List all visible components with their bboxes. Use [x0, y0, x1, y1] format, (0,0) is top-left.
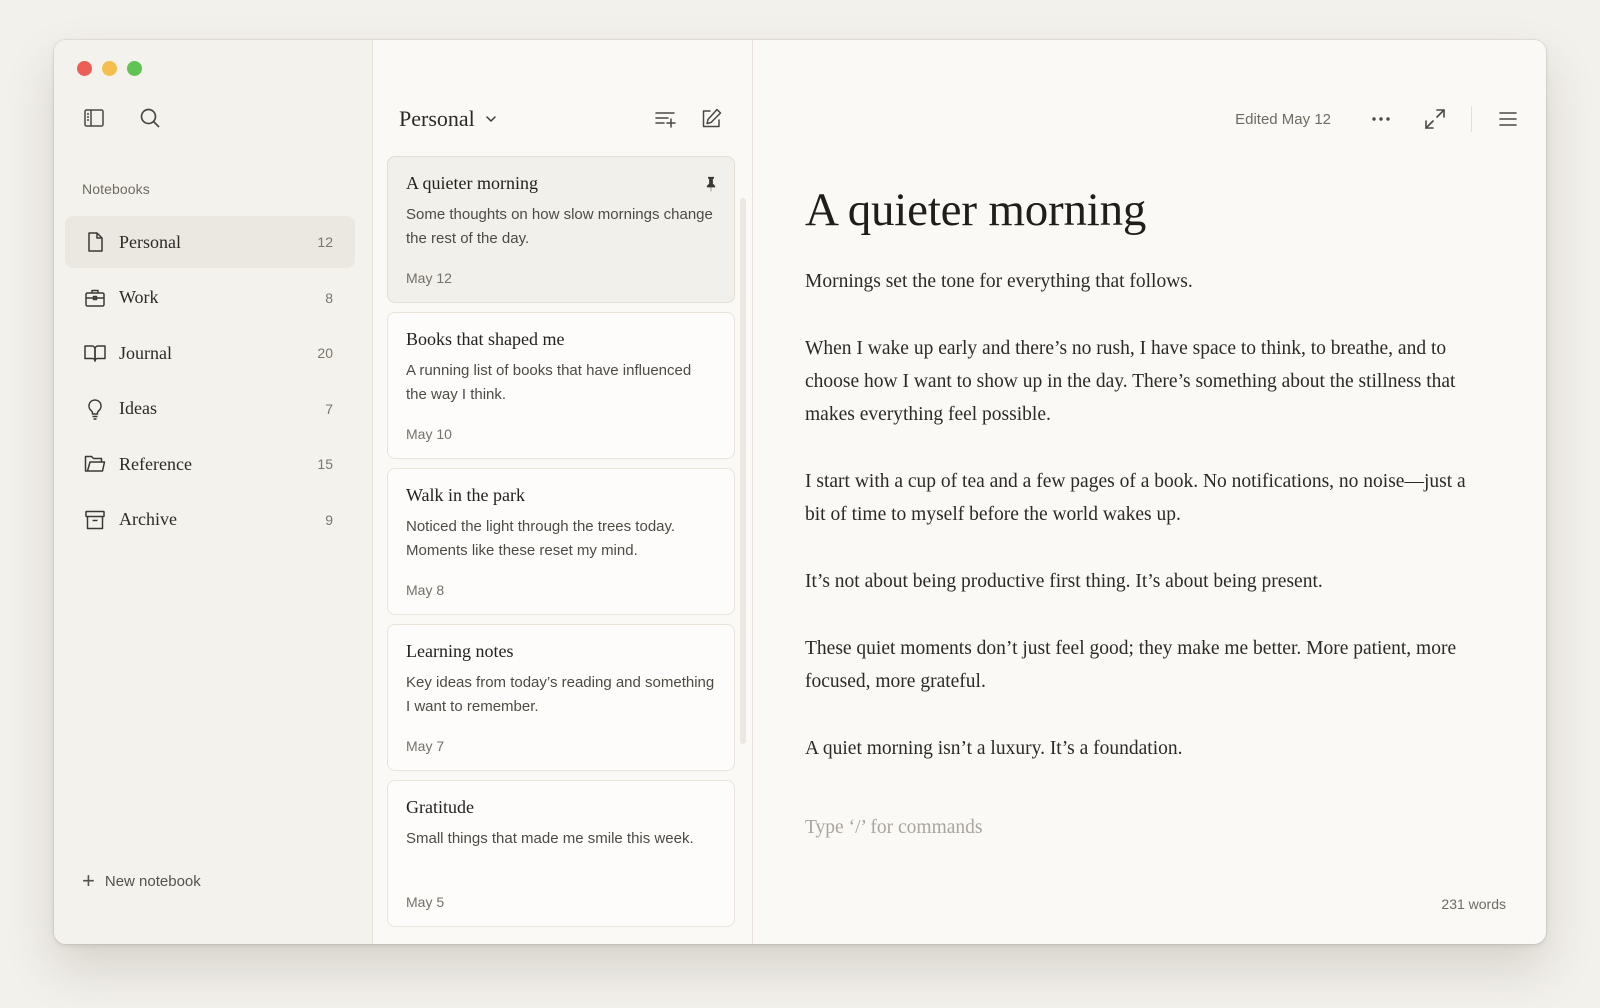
- notes-header: Personal: [399, 104, 729, 134]
- new-notebook-button[interactable]: + New notebook: [82, 870, 201, 892]
- new-notebook-label: New notebook: [104, 872, 201, 890]
- document-paragraph[interactable]: It’s not about being productive first th…: [805, 565, 1485, 598]
- search-icon[interactable]: [138, 106, 162, 130]
- notes-scrollbar[interactable]: [740, 198, 746, 744]
- notebook-list: Personal 12 Work 8 Journal 20 Ideas 7 Re…: [65, 216, 355, 549]
- sidebar-item-label: Journal: [119, 342, 172, 363]
- note-title: Learning notes: [406, 641, 514, 661]
- sidebar-item-label: Work: [119, 287, 159, 307]
- note-card-walk-in-the-park[interactable]: Walk in the park Noticed the light throu…: [387, 468, 735, 615]
- book-icon: [83, 341, 107, 365]
- note-snippet: Some thoughts on how slow mornings chang…: [406, 206, 713, 247]
- folder-icon: [83, 452, 107, 476]
- lightbulb-icon: [83, 397, 107, 421]
- editor-panel: Edited May 12 A quieter morning Mornings…: [753, 40, 1546, 944]
- sidebar-item-archive[interactable]: Archive 9: [65, 494, 355, 546]
- note-date: May 10: [406, 426, 452, 442]
- document-paragraph[interactable]: A quiet morning isn’t a luxury. It’s a f…: [805, 732, 1485, 765]
- sidebar-item-label: Ideas: [119, 398, 157, 418]
- note-title: Books that shaped me: [406, 329, 565, 349]
- note-title: A quieter morning: [406, 173, 538, 193]
- sidebar-item-count: 15: [317, 456, 333, 472]
- window-controls: [77, 61, 142, 76]
- command-input-placeholder[interactable]: Type ‘/’ for commands: [805, 817, 983, 839]
- notes-list-panel: Personal A quieter morning Some thoughts…: [373, 40, 753, 944]
- sidebar-item-count: 9: [325, 511, 333, 528]
- notebooks-heading: Notebooks: [82, 181, 150, 197]
- close-window-button[interactable]: [77, 61, 92, 76]
- sidebar-item-label: Reference: [119, 453, 192, 474]
- app-window: Notebooks Personal 12 Work 8 Journal 20 …: [54, 40, 1546, 944]
- toolbar-divider: [1471, 106, 1472, 132]
- note-card-a-quieter-morning[interactable]: A quieter morning Some thoughts on how s…: [387, 156, 735, 303]
- note-card-gratitude[interactable]: Gratitude Small things that made me smil…: [387, 780, 735, 927]
- sort-filter-icon[interactable]: [653, 107, 677, 131]
- sidebar-item-personal[interactable]: Personal 12: [65, 216, 355, 268]
- briefcase-icon: [83, 286, 107, 310]
- note-title: Walk in the park: [406, 485, 526, 505]
- archive-icon: [83, 508, 107, 532]
- note-date: May 8: [406, 582, 445, 598]
- sidebar-item-ideas[interactable]: Ideas 7: [65, 383, 355, 435]
- document-title[interactable]: A quieter morning: [805, 183, 1485, 237]
- sidebar-toolbar: [82, 106, 162, 130]
- minimize-window-button[interactable]: [102, 61, 117, 76]
- notebook-title: Personal: [399, 106, 475, 131]
- sidebar-item-reference[interactable]: Reference 15: [65, 438, 355, 490]
- editor-toolbar: Edited May 12: [1235, 104, 1520, 134]
- expand-icon[interactable]: [1423, 107, 1447, 131]
- note-title: Gratitude: [406, 797, 474, 817]
- note-snippet: Noticed the light through the trees toda…: [406, 518, 676, 559]
- document-paragraph[interactable]: When I wake up early and there’s no rush…: [805, 332, 1485, 431]
- pin-icon[interactable]: [702, 175, 720, 193]
- sidebar-item-count: 8: [325, 289, 333, 306]
- notes-toolbar: [653, 107, 729, 131]
- zoom-window-button[interactable]: [127, 61, 142, 76]
- document-paragraph[interactable]: Mornings set the tone for everything tha…: [805, 265, 1485, 298]
- note-snippet: Small things that made me smile this wee…: [406, 830, 694, 847]
- more-options-icon[interactable]: [1369, 107, 1393, 131]
- note-date: May 7: [406, 738, 445, 754]
- sidebar-item-label: Archive: [119, 509, 177, 529]
- sidebar-item-count: 20: [317, 345, 333, 361]
- note-snippet: A running list of books that have influe…: [406, 362, 692, 403]
- new-note-icon[interactable]: [699, 107, 723, 131]
- note-card-learning-notes[interactable]: Learning notes Key ideas from today’s re…: [387, 624, 735, 771]
- sidebar-item-count: 12: [317, 234, 333, 250]
- sidebar-toggle-icon[interactable]: [82, 106, 106, 130]
- sidebar-item-work[interactable]: Work 8: [65, 272, 355, 324]
- note-card-books-that-shaped-me[interactable]: Books that shaped me A running list of b…: [387, 312, 735, 459]
- sidebar-item-label: Personal: [119, 231, 181, 252]
- note-snippet: Key ideas from today’s reading and somet…: [406, 674, 715, 715]
- document-paragraph[interactable]: These quiet moments don’t just feel good…: [805, 632, 1485, 698]
- edited-timestamp: Edited May 12: [1235, 110, 1331, 128]
- document-paragraph[interactable]: I start with a cup of tea and a few page…: [805, 465, 1485, 531]
- word-count: 231 words: [1441, 896, 1506, 912]
- sidebar-item-count: 7: [325, 400, 333, 417]
- note-document[interactable]: A quieter morning Mornings set the tone …: [805, 183, 1485, 799]
- plus-icon: +: [82, 868, 95, 893]
- note-date: May 5: [406, 894, 445, 910]
- notebook-selector[interactable]: Personal: [399, 106, 499, 132]
- menu-icon[interactable]: [1496, 107, 1520, 131]
- document-icon: [83, 230, 107, 254]
- sidebar-item-journal[interactable]: Journal 20: [65, 327, 355, 379]
- sidebar: Notebooks Personal 12 Work 8 Journal 20 …: [54, 40, 373, 944]
- note-cards: A quieter morning Some thoughts on how s…: [387, 156, 735, 936]
- note-date: May 12: [406, 270, 452, 286]
- chevron-down-icon: [486, 116, 496, 122]
